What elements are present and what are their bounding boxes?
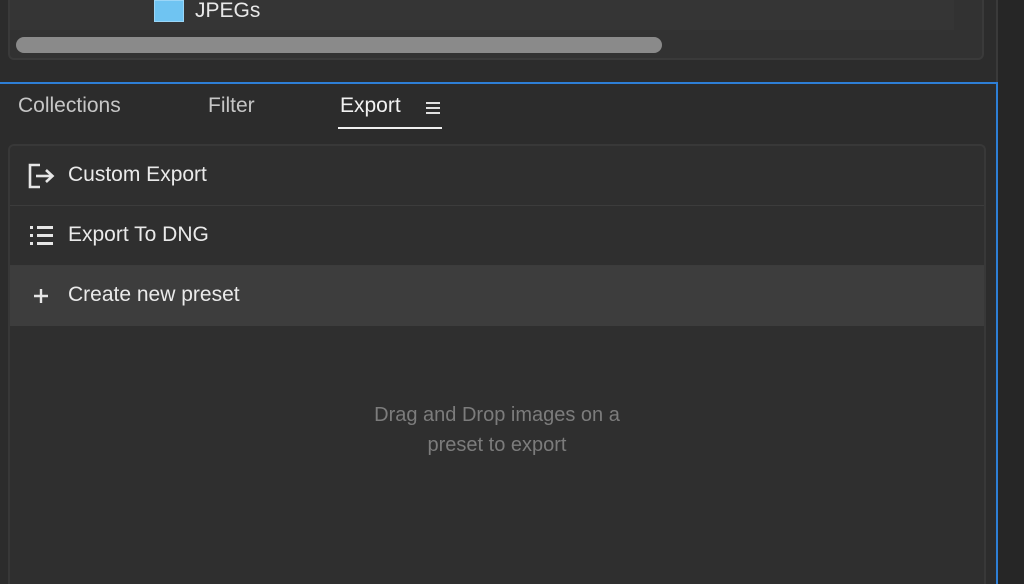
horizontal-scrollbar[interactable] (16, 37, 662, 53)
folder-label: JPEGs (195, 0, 261, 22)
plus-icon (34, 289, 48, 303)
tab-filter[interactable]: Filter (208, 94, 255, 118)
folders-panel: JPEGs (0, 0, 986, 62)
empty-hint-line-2: preset to export (427, 434, 567, 456)
active-tab-indicator (338, 127, 442, 129)
preset-list: Custom Export Export To DNG Create new p… (8, 144, 986, 584)
preset-label: Create new preset (68, 283, 240, 306)
folder-row-jpegs[interactable]: JPEGs (10, 0, 954, 30)
export-panel: Collections Filter Export Custom Export (0, 82, 998, 584)
tab-collections[interactable]: Collections (18, 94, 121, 118)
folder-list: JPEGs (8, 0, 984, 60)
tab-export[interactable]: Export (340, 94, 401, 118)
preset-label: Export To DNG (68, 223, 209, 246)
hamburger-menu-icon[interactable] (426, 102, 440, 114)
right-gutter (998, 0, 1024, 584)
preset-export-to-dng[interactable]: Export To DNG (10, 206, 984, 266)
preset-custom-export[interactable]: Custom Export (10, 146, 984, 206)
folder-icon (154, 0, 184, 22)
export-icon (28, 163, 55, 189)
empty-state-hint: Drag and Drop images on a preset to expo… (310, 400, 684, 460)
list-icon (30, 226, 53, 245)
preset-label: Custom Export (68, 163, 207, 186)
create-new-preset-button[interactable]: Create new preset (10, 266, 984, 326)
panel-tabs: Collections Filter Export (0, 84, 996, 140)
empty-hint-line-1: Drag and Drop images on a (374, 404, 620, 426)
